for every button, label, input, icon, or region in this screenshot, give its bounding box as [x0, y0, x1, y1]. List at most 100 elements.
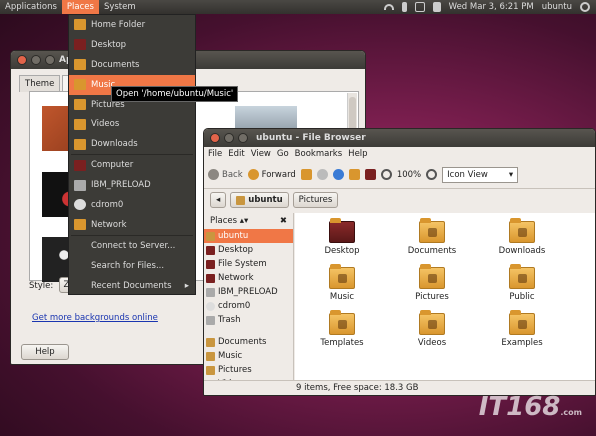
menu-edit[interactable]: Edit — [228, 149, 244, 159]
file-system-icon — [206, 259, 215, 269]
sidebar-item-cdrom0[interactable]: cdrom0 — [204, 299, 293, 313]
file-item-label: Music — [329, 292, 355, 302]
desktop-folder-icon — [329, 218, 355, 243]
home-icon[interactable] — [348, 169, 360, 180]
menu-help[interactable]: Help — [348, 149, 367, 159]
view-mode-select[interactable]: Icon View ▾ — [442, 166, 519, 183]
places-label: Places — [210, 216, 238, 226]
menu-item-documents[interactable]: Documents — [69, 55, 195, 75]
watermark: IT168.com — [479, 392, 582, 422]
chevron-down-icon: ▾ — [508, 169, 514, 180]
minimize-icon[interactable] — [31, 55, 41, 65]
sidebar-item-ubuntu[interactable]: ubuntu — [204, 229, 293, 243]
forward-label: Forward — [261, 169, 296, 180]
file-item-public[interactable]: Public — [487, 264, 557, 302]
sidebar-item-label: Desktop — [218, 245, 254, 255]
videos-folder-icon — [74, 118, 86, 130]
minimize-icon[interactable] — [224, 133, 234, 143]
menu-view[interactable]: View — [251, 149, 271, 159]
get-more-backgrounds-link[interactable]: Get more backgrounds online — [32, 313, 158, 323]
reload-icon[interactable] — [332, 169, 344, 180]
documents-icon — [206, 337, 215, 347]
wifi-icon[interactable] — [383, 4, 394, 10]
menu-item-search-for-files[interactable]: Search for Files... — [69, 256, 195, 276]
sidebar-item-network[interactable]: Network — [204, 271, 293, 285]
file-item-templates[interactable]: Templates — [307, 310, 377, 348]
sidebar-item-file-system[interactable]: File System — [204, 257, 293, 271]
power-icon[interactable] — [580, 2, 590, 12]
places-menu[interactable]: Places — [61, 0, 99, 14]
documents-folder-icon — [419, 218, 445, 243]
clock[interactable]: Wed Mar 3, 6:21 PM — [449, 2, 534, 12]
menu-go[interactable]: Go — [277, 149, 289, 159]
up-icon[interactable] — [300, 169, 312, 180]
close-icon[interactable] — [210, 133, 220, 143]
system-menu[interactable]: System — [99, 0, 141, 14]
menu-item-connect-to-server[interactable]: Connect to Server... — [69, 236, 195, 256]
breadcrumb-pictures[interactable]: Pictures — [292, 192, 339, 208]
forward-button[interactable]: Forward — [247, 169, 296, 180]
user-menu[interactable]: ubuntu — [542, 2, 572, 12]
close-sidebar-icon[interactable]: ✖ — [280, 216, 287, 226]
menu-item-recent-documents[interactable]: Recent Documents ▸ — [69, 276, 195, 296]
file-item-music[interactable]: Music — [307, 264, 377, 302]
drive-icon — [74, 179, 86, 191]
music-folder-icon — [74, 79, 86, 91]
file-browser-titlebar[interactable]: ubuntu - File Browser — [204, 129, 595, 147]
toolbar: Back Forward 100% Icon View ▾ — [204, 161, 595, 189]
maximize-icon[interactable] — [45, 55, 55, 65]
close-icon[interactable] — [17, 55, 27, 65]
back-button[interactable]: Back — [208, 169, 243, 180]
ibm-preload-icon — [206, 287, 215, 297]
file-item-videos[interactable]: Videos — [397, 310, 467, 348]
menu-item-home-folder[interactable]: Home Folder — [69, 15, 195, 35]
volume-icon[interactable] — [432, 2, 441, 12]
file-item-examples[interactable]: Examples — [487, 310, 557, 348]
sidebar-item-desktop[interactable]: Desktop — [204, 243, 293, 257]
help-button[interactable]: Help — [21, 344, 69, 360]
menu-item-videos[interactable]: Videos — [69, 114, 195, 134]
zoom-in-icon[interactable] — [426, 169, 438, 180]
menu-item-computer[interactable]: Computer — [69, 155, 195, 175]
sidebar-item-pictures[interactable]: Pictures — [204, 363, 293, 377]
file-item-desktop[interactable]: Desktop — [307, 218, 377, 256]
sidebar-item-label: File System — [218, 259, 267, 269]
tab-theme[interactable]: Theme — [19, 75, 61, 92]
computer-icon[interactable] — [364, 169, 376, 180]
menu-bookmarks[interactable]: Bookmarks — [295, 149, 343, 159]
breadcrumb-ubuntu[interactable]: ubuntu — [230, 192, 289, 208]
file-item-label: Documents — [407, 246, 457, 256]
sidebar-item-trash[interactable]: Trash — [204, 313, 293, 327]
breadcrumb-left-button[interactable]: ◂ — [210, 192, 227, 208]
file-item-pictures[interactable]: Pictures — [397, 264, 467, 302]
file-item-documents[interactable]: Documents — [397, 218, 467, 256]
menu-file[interactable]: File — [208, 149, 222, 159]
applications-menu[interactable]: Applications — [0, 0, 62, 14]
menu-item-downloads[interactable]: Downloads — [69, 134, 195, 154]
stop-icon[interactable] — [316, 169, 328, 180]
bluetooth-icon[interactable] — [401, 2, 407, 12]
sidebar-header: Places ▴▾ ✖ — [204, 213, 293, 229]
places-select[interactable]: Places ▴▾ — [210, 216, 248, 226]
watermark-domain: .com — [560, 408, 582, 417]
menu-item-label: Downloads — [91, 139, 138, 150]
file-grid[interactable]: Desktop Documents Downloads Music Pictures Pu… — [295, 213, 595, 395]
zoom-out-icon[interactable] — [380, 169, 392, 180]
menu-item-cdrom0[interactable]: cdrom0 — [69, 195, 195, 215]
pictures-icon — [206, 365, 215, 375]
maximize-icon[interactable] — [238, 133, 248, 143]
examples-folder-icon — [509, 310, 535, 335]
menu-item-ibm-preload[interactable]: IBM_PRELOAD — [69, 175, 195, 195]
sidebar-item-ibm-preload[interactable]: IBM_PRELOAD — [204, 285, 293, 299]
places-sidebar: Places ▴▾ ✖ ubuntu Desktop File System Netw… — [204, 213, 294, 395]
submenu-arrow-icon: ▸ — [184, 280, 189, 291]
menu-item-label: IBM_PRELOAD — [91, 180, 151, 191]
sidebar-item-music[interactable]: Music — [204, 349, 293, 363]
sidebar-item-documents[interactable]: Documents — [204, 335, 293, 349]
pictures-folder-icon — [419, 264, 445, 289]
menu-item-network[interactable]: Network — [69, 215, 195, 235]
downloads-folder-icon — [509, 218, 535, 243]
mail-icon[interactable] — [414, 2, 425, 12]
file-item-downloads[interactable]: Downloads — [487, 218, 557, 256]
menu-item-desktop[interactable]: Desktop — [69, 35, 195, 55]
